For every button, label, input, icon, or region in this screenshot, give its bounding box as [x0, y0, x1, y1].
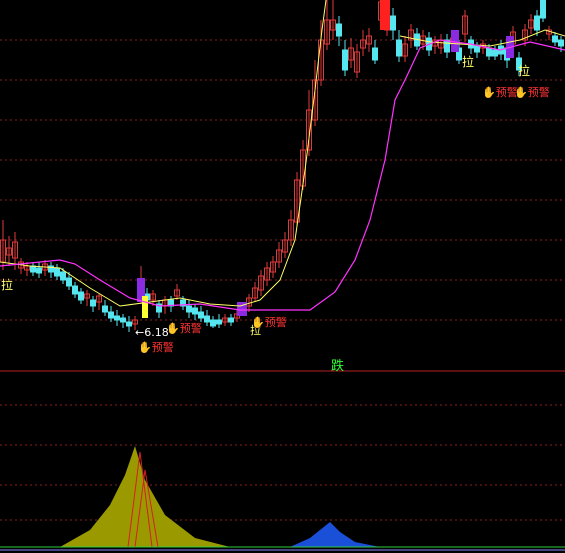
- down-candle: [486, 47, 492, 57]
- down-candle: [198, 311, 204, 319]
- hand-pointer-icon: ✋: [166, 322, 180, 335]
- alert-text: 预警: [264, 316, 287, 329]
- down-candle: [66, 277, 72, 287]
- down-candle: [204, 315, 210, 323]
- hand-pointer-icon: ✋: [138, 341, 152, 354]
- pull-label-left: 拉: [1, 278, 14, 292]
- alert-text: 预警: [151, 341, 174, 354]
- alert-tag-2: ✋预警: [138, 339, 174, 355]
- down-candle: [390, 15, 396, 31]
- low-price-marker: ←6.18: [135, 326, 169, 339]
- highlight-candle: [142, 296, 148, 318]
- down-candle: [54, 267, 60, 277]
- down-candle: [216, 319, 222, 325]
- highlight-candle: [380, 0, 390, 30]
- down-candle: [186, 305, 192, 313]
- down-candle: [540, 0, 546, 19]
- alert-text: 预警: [527, 86, 550, 99]
- down-candle: [228, 317, 234, 323]
- hand-pointer-icon: ✋: [482, 86, 496, 99]
- price-chart: [0, 0, 565, 551]
- pull-label-right-b: 拉: [518, 64, 531, 78]
- chart-stage: 拉 拉 拉 拉 ←6.18 ✋预警 ✋预警 ✋预警 ✋预警 ✋预警 跌: [0, 0, 565, 553]
- down-candle: [558, 39, 564, 47]
- down-candle: [552, 35, 558, 43]
- down-candle: [120, 317, 126, 323]
- down-candle: [342, 49, 348, 71]
- signal-bar: [451, 30, 459, 52]
- down-candle: [126, 321, 132, 327]
- down-candle: [336, 23, 342, 37]
- down-candle: [492, 49, 498, 57]
- down-candle: [210, 319, 216, 327]
- alert-tag-5: ✋预警: [514, 84, 550, 100]
- mountain-yellow: [60, 446, 230, 547]
- alert-tag-3: ✋预警: [251, 314, 287, 330]
- pull-label-right-a: 拉: [462, 55, 475, 69]
- down-candle: [72, 285, 78, 295]
- fall-label: 跌: [331, 359, 345, 374]
- down-candle: [36, 267, 42, 274]
- alert-tag-4: ✋预警: [482, 84, 518, 100]
- down-candle: [192, 307, 198, 315]
- down-candle: [474, 45, 480, 53]
- ma-fast-line: [0, 0, 327, 307]
- down-candle: [108, 311, 114, 319]
- down-candle: [444, 39, 450, 53]
- down-candle: [102, 305, 108, 313]
- down-candle: [30, 265, 36, 273]
- down-candle: [396, 39, 402, 57]
- alert-tag-1: ✋预警: [166, 320, 202, 336]
- down-candle: [372, 47, 378, 61]
- hand-pointer-icon: ✋: [251, 316, 265, 329]
- down-candle: [78, 291, 84, 301]
- down-candle: [534, 15, 540, 31]
- hand-pointer-icon: ✋: [514, 86, 528, 99]
- down-candle: [60, 271, 66, 281]
- mountain-blue: [290, 522, 380, 547]
- alert-text: 预警: [179, 322, 202, 335]
- down-candle: [90, 299, 96, 307]
- down-candle: [114, 315, 120, 321]
